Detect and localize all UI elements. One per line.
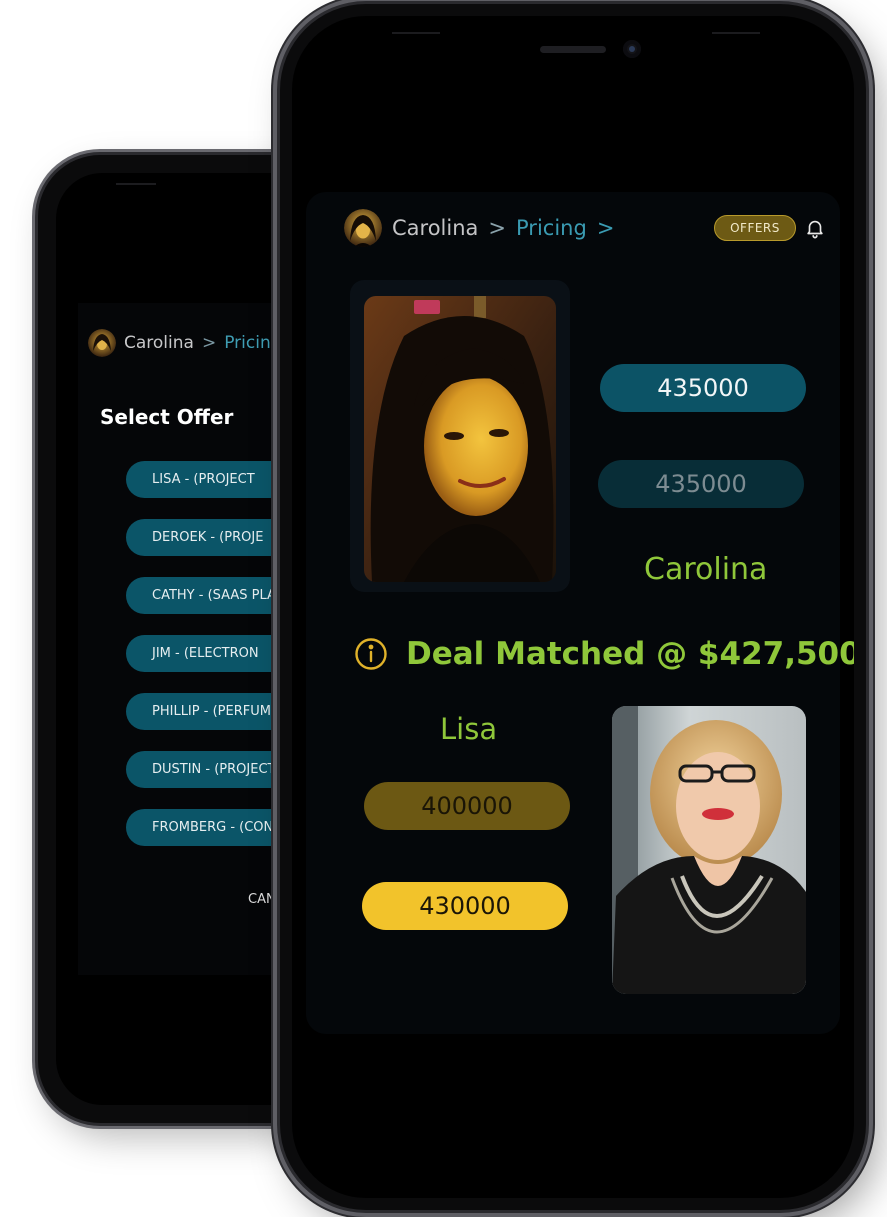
breadcrumb-user[interactable]: Carolina — [392, 216, 478, 240]
camera-icon — [623, 40, 641, 58]
breadcrumb-user[interactable]: Carolina — [124, 333, 194, 353]
info-icon[interactable] — [354, 637, 388, 671]
buyer-bid-previous[interactable]: 400000 — [364, 782, 570, 830]
deal-banner: Deal Matched @ $427,500 — [354, 636, 854, 672]
chevron-right-icon: > — [201, 333, 217, 353]
seller-ask-secondary[interactable]: 435000 — [598, 460, 804, 508]
breadcrumb-page[interactable]: Pricing — [224, 333, 281, 353]
breadcrumb: Carolina > Pricing > — [344, 208, 614, 248]
speaker-grille — [540, 46, 606, 53]
antenna-line — [392, 32, 440, 34]
chevron-right-icon: > — [488, 216, 507, 240]
offers-button[interactable]: OFFERS — [714, 215, 796, 241]
cancel-button[interactable]: CAN — [248, 892, 276, 907]
breadcrumb: Carolina > Pricing — [88, 329, 282, 357]
chevron-right-icon[interactable]: > — [597, 216, 615, 240]
seller-card — [350, 280, 570, 592]
bell-icon[interactable] — [804, 217, 826, 239]
breadcrumb-page[interactable]: Pricing — [516, 216, 587, 240]
header: Carolina > Pricing > OFFERS — [344, 208, 824, 248]
seller-name: Carolina — [644, 552, 768, 587]
notch-line — [116, 183, 156, 185]
avatar[interactable] — [88, 329, 116, 357]
seller-ask-primary[interactable]: 435000 — [600, 364, 806, 412]
antenna-line — [712, 32, 760, 34]
pricing-screen: Carolina > Pricing > OFFERS 435000 43500… — [306, 192, 854, 1034]
page-title: Select Offer — [100, 405, 234, 429]
front-phone: Carolina > Pricing > OFFERS 435000 43500… — [280, 4, 866, 1210]
deal-matched-text: Deal Matched @ $427,500 — [406, 636, 854, 672]
buyer-photo — [612, 706, 806, 994]
buyer-name: Lisa — [440, 712, 498, 746]
front-phone-screen: Carolina > Pricing > OFFERS 435000 43500… — [292, 16, 854, 1198]
buyer-bid-current[interactable]: 430000 — [362, 882, 568, 930]
seller-photo — [364, 296, 556, 582]
avatar[interactable] — [344, 209, 382, 247]
